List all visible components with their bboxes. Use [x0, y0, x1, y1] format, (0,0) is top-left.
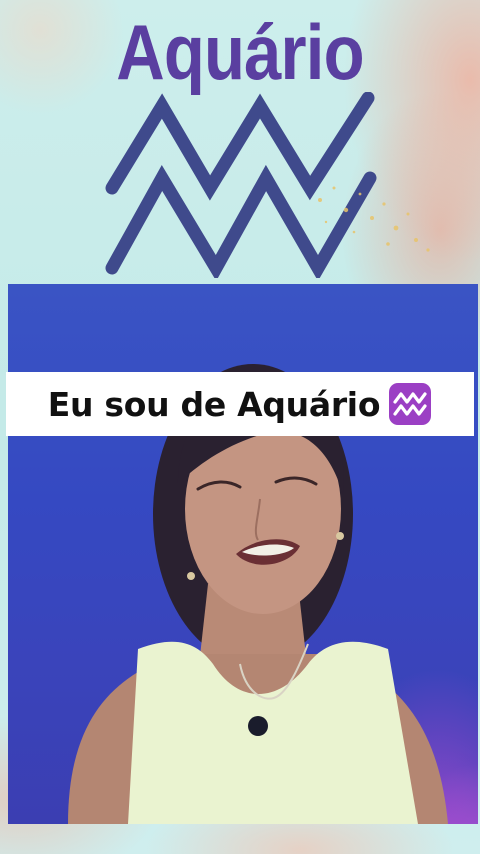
caption-banner: Eu sou de Aquário	[6, 372, 474, 436]
page-title: Aquário	[116, 8, 364, 96]
caption-text: Eu sou de Aquário	[47, 384, 381, 424]
video-frame[interactable]	[8, 284, 478, 824]
gold-sparkles	[318, 186, 430, 252]
aquarius-sign-icon	[389, 383, 432, 425]
person-illustration	[68, 364, 448, 824]
